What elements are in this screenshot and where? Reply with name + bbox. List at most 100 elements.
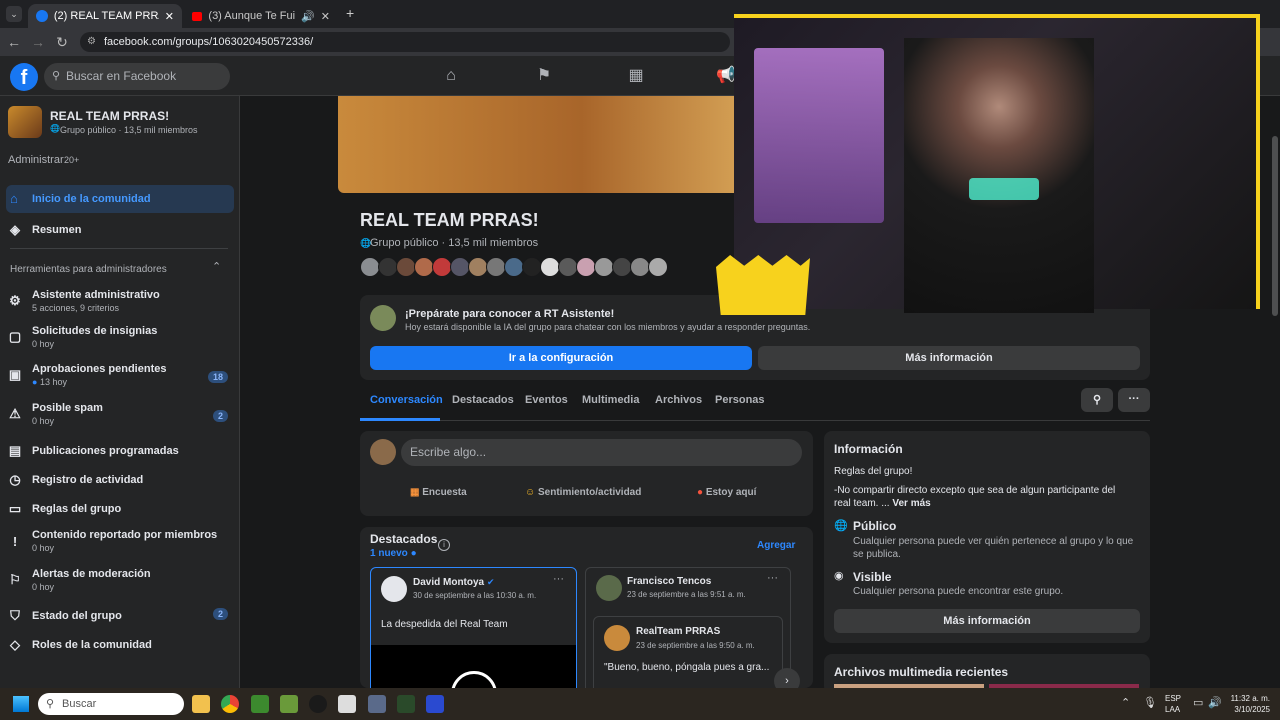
sidebar-group-name[interactable]: REAL TEAM PRRAS! (50, 109, 169, 123)
avatar[interactable] (370, 439, 396, 465)
group-avatar[interactable] (8, 106, 42, 138)
close-icon[interactable]: ✕ (321, 10, 330, 23)
v-app-icon[interactable] (426, 695, 444, 713)
avatar[interactable] (596, 575, 622, 601)
more-icon[interactable]: ··· (553, 573, 564, 585)
sidebar-item-summary[interactable]: ◈ Resumen (6, 222, 234, 238)
more-info-button[interactable]: Más información (758, 346, 1140, 370)
avatar[interactable] (381, 576, 407, 602)
avatar[interactable] (558, 257, 578, 277)
back-icon[interactable]: ← (6, 34, 22, 50)
sidebar-item-community-roles[interactable]: ◇ Roles de la comunidad (6, 637, 234, 653)
sidebar-item-pending-approvals[interactable]: ▣ Aprobaciones pendientes ● 13 hoy 18 (6, 363, 234, 387)
avatar[interactable] (522, 257, 542, 277)
avatar[interactable] (576, 257, 596, 277)
sidebar-item-activity-log[interactable]: ◷ Registro de actividad (6, 472, 234, 488)
reload-icon[interactable]: ↻ (54, 34, 70, 50)
taskbar-search[interactable]: ⚲ Buscar (38, 693, 184, 715)
tab-facebook[interactable]: (2) REAL TEAM PRRAS! | Facebo ✕ (28, 4, 182, 28)
sidebar-item-badge-requests[interactable]: ▢ Solicitudes de insignias 0 hoy (6, 325, 234, 349)
home-icon[interactable]: ⌂ (441, 66, 461, 86)
sidebar-item-admin-assistant[interactable]: ⚙ Asistente administrativo 5 acciones, 9 c… (6, 289, 234, 313)
avatar[interactable] (630, 257, 650, 277)
info-icon[interactable]: i (438, 539, 450, 551)
see-more-link[interactable]: Ver más (892, 498, 930, 509)
forward-icon[interactable]: → (30, 34, 46, 50)
obs-icon[interactable] (338, 695, 356, 713)
windows-start-icon[interactable] (13, 696, 29, 712)
sidebar-item-group-status[interactable]: ⛉ Estado del grupo 2 (6, 608, 234, 624)
minecraft-icon[interactable] (251, 695, 269, 713)
play-icon[interactable] (451, 671, 497, 688)
scrollbar[interactable] (1272, 136, 1278, 316)
tab-media[interactable]: Multimedia (582, 394, 639, 406)
member-avatars[interactable] (360, 257, 720, 279)
chevron-up-icon[interactable]: ⌃ (1121, 696, 1130, 709)
post-author[interactable]: Francisco Tencos (627, 576, 711, 587)
sidebar-item-possible-spam[interactable]: ⚠ Posible spam 0 hoy 2 (6, 402, 234, 426)
sidebar-item-group-rules[interactable]: ▭ Reglas del grupo (6, 501, 234, 517)
video-thumbnail[interactable] (371, 645, 576, 688)
megaphone-icon[interactable]: 📢 (716, 66, 736, 86)
avatar[interactable] (414, 257, 434, 277)
more-icon[interactable]: ··· (767, 572, 778, 584)
add-featured-button[interactable]: Agregar (757, 540, 795, 551)
sidebar-item-reported-content[interactable]: ! Contenido reportado por miembros 0 hoy (6, 529, 234, 553)
app-icon[interactable] (309, 695, 327, 713)
tab-featured[interactable]: Destacados (452, 394, 514, 406)
info-more-button[interactable]: Más información (834, 609, 1140, 633)
chevron-up-icon[interactable]: ⌃ (212, 260, 221, 273)
config-button[interactable]: Ir a la configuración (370, 346, 752, 370)
sidebar-item-scheduled-posts[interactable]: ▤ Publicaciones programadas (6, 443, 234, 459)
facebook-logo[interactable]: f (10, 63, 38, 91)
avatar[interactable] (360, 257, 380, 277)
tab-list-button[interactable]: ⌄ (6, 6, 22, 22)
feeling-button[interactable]: ☺ Sentimiento/actividad (525, 487, 641, 498)
avatar[interactable] (468, 257, 488, 277)
shared-author[interactable]: RealTeam PRRAS (636, 626, 720, 637)
sidebar-item-home[interactable]: ⌂ Inicio de la comunidad (6, 185, 234, 213)
microphone-icon[interactable]: 🎙 (1143, 696, 1157, 709)
avatar[interactable] (504, 257, 524, 277)
composer-input[interactable]: Escribe algo... (401, 439, 802, 466)
facebook-search-input[interactable]: ⚲ Buscar en Facebook (44, 63, 230, 90)
avatar[interactable] (450, 257, 470, 277)
post-author[interactable]: David Montoya (413, 577, 484, 588)
tab-events[interactable]: Eventos (525, 394, 568, 406)
network-icon[interactable]: ▭ (1193, 696, 1203, 709)
checkin-button[interactable]: ● Estoy aquí (697, 487, 756, 498)
marketplace-icon[interactable]: ▦ (626, 66, 646, 86)
file-explorer-icon[interactable] (192, 695, 210, 713)
tab-conversation[interactable]: Conversación (370, 394, 443, 406)
avatar[interactable] (396, 257, 416, 277)
flag-icon[interactable]: ⚑ (534, 66, 554, 86)
avatar[interactable] (378, 257, 398, 277)
volume-icon[interactable]: 🔊 (1208, 696, 1222, 709)
avatar[interactable] (612, 257, 632, 277)
clock[interactable]: 11:32 a. m. 3/10/2025 (1224, 693, 1270, 715)
group-search-button[interactable]: ⚲ (1081, 388, 1113, 412)
new-tab-button[interactable]: + (346, 5, 354, 21)
avatar[interactable] (594, 257, 614, 277)
chevron-right-icon[interactable]: › (774, 668, 800, 688)
sidebar-item-moderation-alerts[interactable]: ⚐ Alertas de moderación 0 hoy (6, 568, 234, 592)
avatar[interactable] (604, 625, 630, 651)
terminal-icon[interactable] (397, 695, 415, 713)
tab-people[interactable]: Personas (715, 394, 765, 406)
tab-youtube[interactable]: (3) Aunque Te Fuiste - YouT 🔊 ✕ (184, 4, 338, 28)
calculator-icon[interactable] (368, 695, 386, 713)
chrome-icon[interactable] (221, 695, 239, 713)
url-bar[interactable]: ⚙ facebook.com/groups/1063020450572336/ (80, 32, 730, 52)
poll-button[interactable]: ▦ Encuesta (410, 487, 467, 498)
close-icon[interactable]: ✕ (165, 10, 174, 23)
shared-post[interactable]: RealTeam PRRAS 23 de septiembre a las 9:… (593, 616, 783, 688)
site-info-icon[interactable]: ⚙ (87, 32, 96, 52)
avatar[interactable] (540, 257, 560, 277)
featured-post[interactable]: Francisco Tencos 23 de septiembre a las … (585, 567, 791, 688)
avatar[interactable] (432, 257, 452, 277)
avatar[interactable] (486, 257, 506, 277)
language-indicator[interactable]: ESP LAA (1165, 693, 1181, 715)
tab-files[interactable]: Archivos (655, 394, 702, 406)
more-options-button[interactable]: ··· (1118, 388, 1150, 412)
game-icon[interactable] (280, 695, 298, 713)
